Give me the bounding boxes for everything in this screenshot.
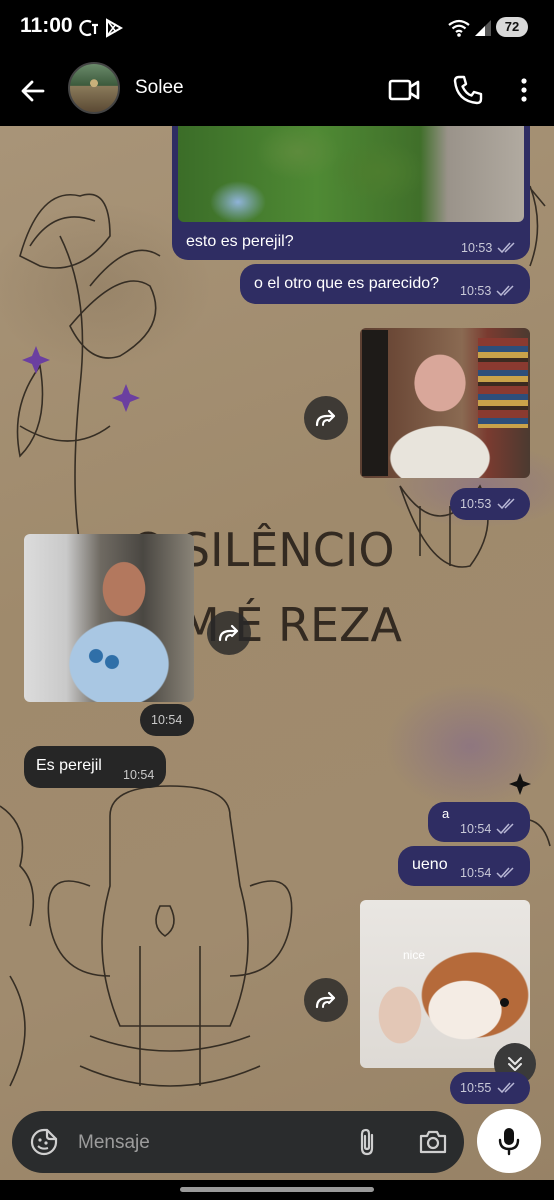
battery-icon: 72 xyxy=(496,17,528,37)
incoming-photo[interactable] xyxy=(24,534,194,702)
back-arrow-icon[interactable] xyxy=(16,74,50,108)
phone-call-icon[interactable] xyxy=(450,72,486,108)
chat-header: Solee xyxy=(0,56,554,126)
message-time: 10:55 xyxy=(460,1081,492,1095)
chat-area[interactable]: O SILÊNCIO M É REZA esto es perejil? 10:… xyxy=(0,126,554,1186)
read-ticks-icon xyxy=(497,1082,515,1094)
message-text: o el otro que es parecido? xyxy=(254,275,440,292)
video-call-icon[interactable] xyxy=(386,72,422,108)
home-gesture-handle[interactable] xyxy=(180,1187,374,1192)
wifi-icon xyxy=(448,19,470,37)
message-bubble-outgoing[interactable]: o el otro que es parecido? 10:53 xyxy=(240,264,530,304)
message-time: 10:53 xyxy=(460,284,492,298)
elderly-man-photo[interactable] xyxy=(360,328,530,478)
parsley-photo[interactable] xyxy=(178,126,524,222)
message-bubble-outgoing[interactable]: a 10:54 xyxy=(428,802,530,842)
camera-icon[interactable] xyxy=(418,1128,448,1156)
message-time: 10:54 xyxy=(460,822,492,836)
read-ticks-icon xyxy=(496,867,514,879)
sticker-icon[interactable] xyxy=(30,1128,58,1156)
message-text: a xyxy=(442,806,450,821)
message-bubble-outgoing[interactable]: esto es perejil? 10:53 xyxy=(172,126,530,260)
status-time: 11:00 xyxy=(20,14,73,37)
read-ticks-icon xyxy=(497,498,515,510)
contact-name[interactable]: Solee xyxy=(135,77,184,99)
message-time-bubble: 10:53 xyxy=(450,488,530,520)
message-time: 10:54 xyxy=(123,768,155,782)
forward-icon xyxy=(315,991,336,1009)
message-time: 10:53 xyxy=(461,241,493,255)
forward-button[interactable] xyxy=(304,978,348,1022)
forward-icon xyxy=(218,624,239,642)
message-time: 10:53 xyxy=(460,497,492,511)
message-text: ueno xyxy=(412,856,448,873)
contact-avatar[interactable] xyxy=(68,62,120,114)
navigation-bar xyxy=(0,1180,554,1200)
attach-icon[interactable] xyxy=(355,1127,381,1157)
message-bubble-outgoing[interactable]: ueno 10:54 xyxy=(398,846,530,886)
notification-ct-icon xyxy=(79,19,98,37)
read-ticks-icon xyxy=(496,285,514,297)
hamster-photo[interactable]: nice xyxy=(360,900,530,1068)
message-time: 10:54 xyxy=(151,713,183,727)
microphone-icon xyxy=(498,1128,520,1156)
status-bar: 11:00 72 xyxy=(0,0,554,56)
more-options-icon[interactable] xyxy=(506,72,542,108)
voice-record-button[interactable] xyxy=(477,1109,541,1173)
signal-icon xyxy=(475,20,491,36)
message-time: 10:54 xyxy=(460,866,492,880)
play-store-icon xyxy=(106,18,124,38)
read-ticks-icon xyxy=(497,242,515,254)
message-text: Es perejil xyxy=(36,757,102,774)
message-composer xyxy=(12,1111,464,1173)
photo-caption: nice xyxy=(403,948,426,962)
forward-button[interactable] xyxy=(304,396,348,440)
message-bubble-incoming[interactable]: Es perejil 10:54 xyxy=(24,746,166,788)
message-time-bubble: 10:54 xyxy=(140,704,194,736)
message-text: esto es perejil? xyxy=(186,233,294,250)
forward-button[interactable] xyxy=(207,611,251,655)
message-input[interactable] xyxy=(76,1129,320,1157)
forward-icon xyxy=(315,409,336,427)
message-time-bubble: 10:55 xyxy=(450,1072,530,1104)
double-chevron-down-icon xyxy=(508,1057,522,1071)
read-ticks-icon xyxy=(496,823,514,835)
